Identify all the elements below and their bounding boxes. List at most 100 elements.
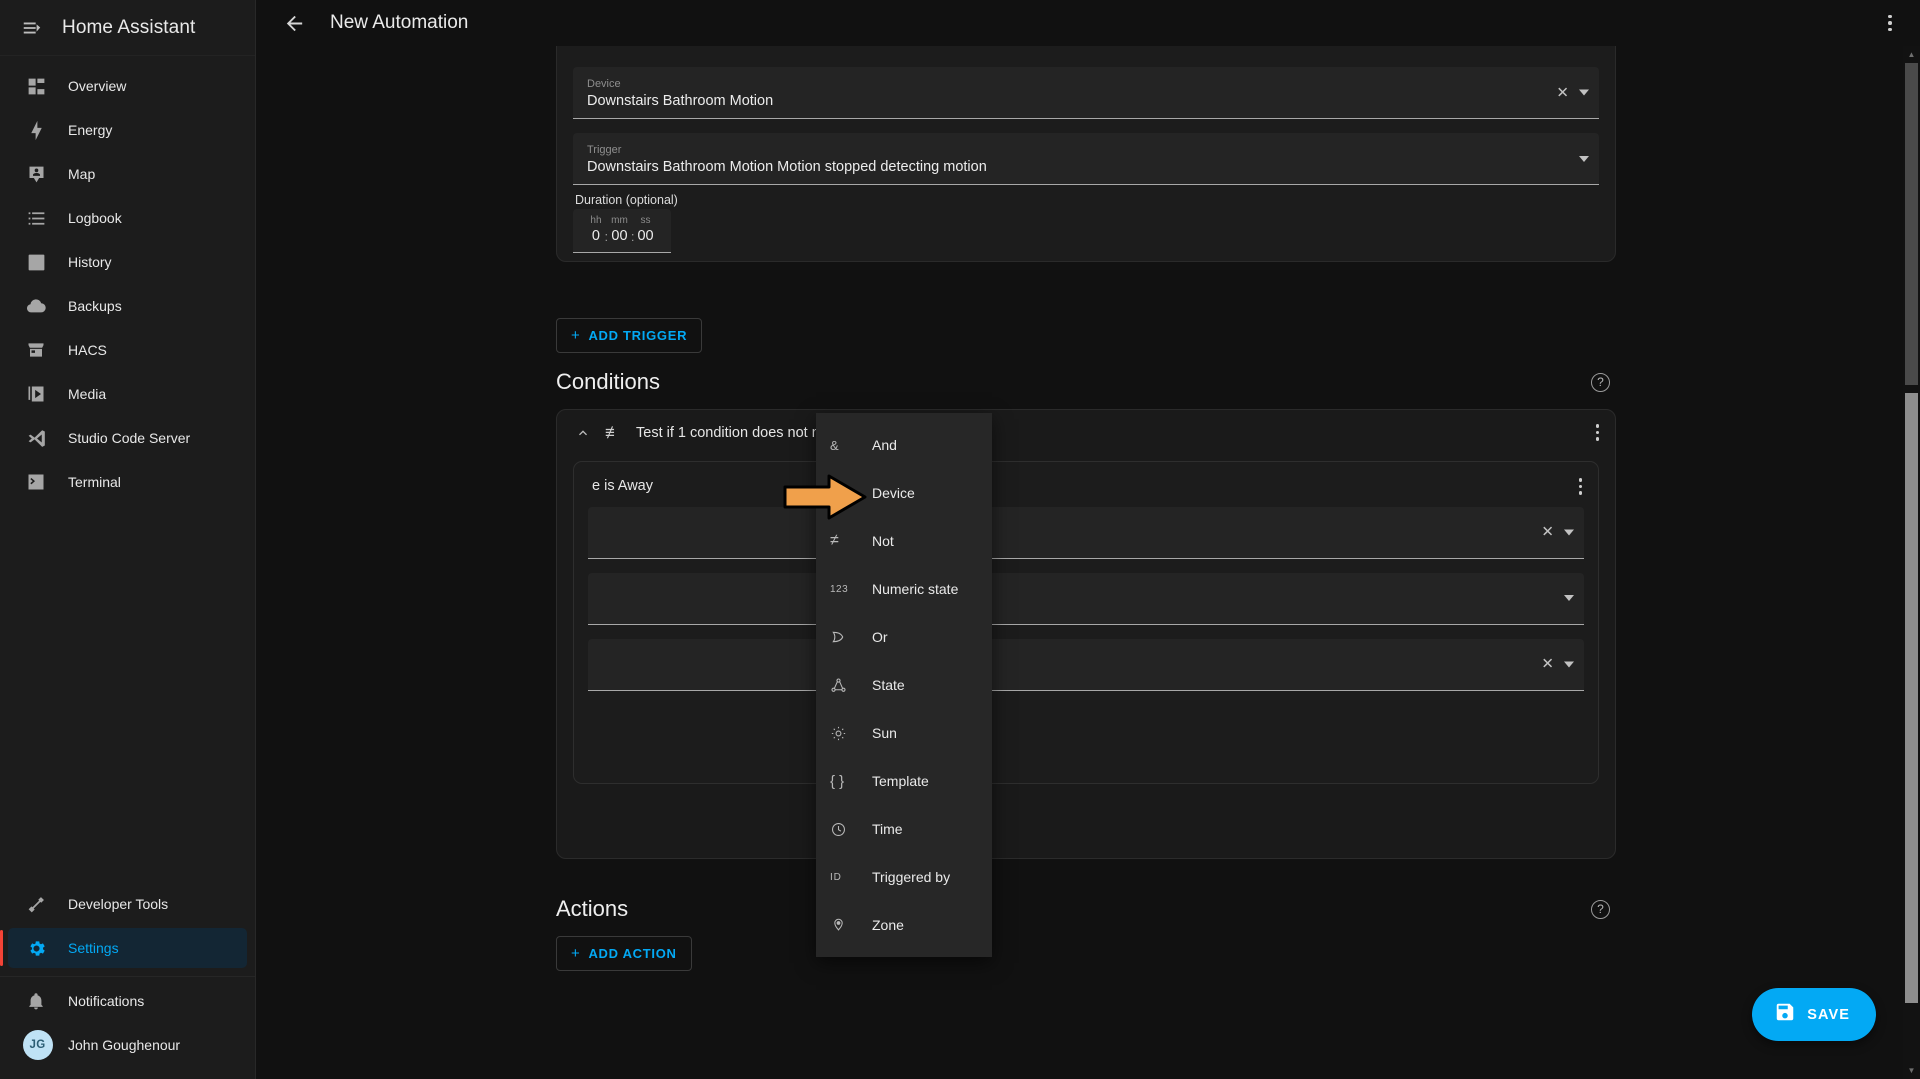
sidebar-item-logbook[interactable]: Logbook xyxy=(8,198,247,238)
hammer-icon xyxy=(18,894,54,915)
inner-field-2[interactable] xyxy=(588,572,1584,625)
menu-item-numeric-state[interactable]: 123 Numeric state xyxy=(816,565,992,613)
condition-type-menu[interactable]: & And Device ≠ Not 123 Numeric state Or xyxy=(816,413,992,957)
dots-vertical-icon[interactable] xyxy=(1870,3,1910,43)
vertical-scrollbar[interactable]: ▲ ▼ xyxy=(1903,46,1920,1079)
sidebar-item-label: Developer Tools xyxy=(68,896,169,912)
sidebar-item-developer-tools[interactable]: Developer Tools xyxy=(8,884,247,924)
scroll-up-arrow[interactable]: ▲ xyxy=(1903,46,1920,63)
menu-item-template[interactable]: { } Template xyxy=(816,757,992,805)
inner-field-3-value xyxy=(602,655,1570,675)
gate-or-icon xyxy=(830,629,864,645)
sidebar: Home Assistant Overview Energy Map Logbo… xyxy=(0,0,256,1079)
help-circle-icon[interactable]: ? xyxy=(1591,372,1610,392)
inner-field-1[interactable]: ✕ xyxy=(588,506,1584,559)
sidebar-item-media[interactable]: Media xyxy=(8,374,247,414)
trigger-field-icons xyxy=(1579,155,1589,162)
vscode-icon xyxy=(18,428,54,449)
condition-card-filler xyxy=(557,800,1615,858)
sidebar-item-map[interactable]: Map xyxy=(8,154,247,194)
help-circle-icon[interactable]: ? xyxy=(1591,899,1610,919)
duration-hours[interactable]: hh 0 xyxy=(590,215,601,245)
scroll-down-arrow[interactable]: ▼ xyxy=(1903,1062,1920,1079)
chevron-down-icon[interactable] xyxy=(1564,661,1574,667)
sidebar-item-label: History xyxy=(68,254,112,270)
duration-ss-unit: ss xyxy=(640,215,651,226)
menu-item-zone[interactable]: Zone xyxy=(816,901,992,949)
sidebar-item-label: Notifications xyxy=(68,993,145,1009)
numeric-icon: 123 xyxy=(830,583,849,595)
menu-item-device[interactable]: Device xyxy=(816,469,992,517)
dots-vertical-icon[interactable] xyxy=(1595,424,1599,441)
duration-seconds[interactable]: ss 00 xyxy=(637,215,653,245)
menu-item-triggered-by[interactable]: ID Triggered by xyxy=(816,853,992,901)
chevron-down-icon[interactable] xyxy=(1564,595,1574,601)
menu-item-not[interactable]: ≠ Not xyxy=(816,517,992,565)
sidebar-item-terminal[interactable]: Terminal xyxy=(8,462,247,502)
menu-item-label: Device xyxy=(872,485,915,501)
trigger-field[interactable]: Trigger Downstairs Bathroom Motion Motio… xyxy=(573,133,1599,185)
close-icon[interactable]: ✕ xyxy=(1556,85,1569,100)
menu-item-label: Not xyxy=(872,533,894,549)
menu-item-label: And xyxy=(872,437,897,453)
duration-minutes[interactable]: mm 00 xyxy=(611,215,628,245)
inner-condition-header[interactable]: e is Away xyxy=(588,474,1584,507)
sidebar-item-notifications[interactable]: Notifications xyxy=(8,981,247,1021)
chevron-down-icon[interactable] xyxy=(1579,89,1589,96)
menu-item-label: Numeric state xyxy=(872,581,959,597)
chevron-down-icon[interactable] xyxy=(1564,529,1574,535)
duration-mm-value: 00 xyxy=(611,228,628,244)
sidebar-item-hacs[interactable]: HACS xyxy=(8,330,247,370)
sidebar-item-label: HACS xyxy=(68,342,107,358)
sidebar-item-studio-code-server[interactable]: Studio Code Server xyxy=(8,418,247,458)
sidebar-item-backups[interactable]: Backups xyxy=(8,286,247,326)
white-balance-sunny-icon xyxy=(830,725,864,742)
sidebar-item-settings[interactable]: Settings xyxy=(0,928,247,968)
scrollbar-thumb-upper[interactable] xyxy=(1905,63,1918,385)
add-trigger-button[interactable]: + ADD TRIGGER xyxy=(556,318,703,353)
top-app-bar: New Automation xyxy=(256,0,1920,46)
sidebar-item-label: Backups xyxy=(68,298,122,314)
add-trigger-wrap: + ADD TRIGGER xyxy=(556,318,703,353)
inner-condition-card: e is Away ✕ ✕ xyxy=(573,461,1599,784)
actions-header: Actions ? xyxy=(556,896,1616,922)
condition-card-title: Test if 1 condition does not match xyxy=(636,424,852,441)
avatar-initials: JG xyxy=(22,1030,53,1060)
condition-card-header[interactable]: ≢ Test if 1 condition does not match xyxy=(557,410,1615,455)
duration-label: Duration (optional) xyxy=(575,193,678,207)
inner-field-3[interactable]: ✕ xyxy=(588,638,1584,691)
condition-card: ≢ Test if 1 condition does not match e i… xyxy=(556,409,1616,859)
sidebar-item-energy[interactable]: Energy xyxy=(8,110,247,150)
sidebar-item-user-profile[interactable]: JG John Goughenour xyxy=(8,1025,247,1065)
menu-item-state[interactable]: State xyxy=(816,661,992,709)
close-icon[interactable]: ✕ xyxy=(1541,657,1554,672)
chevron-down-icon[interactable] xyxy=(1579,155,1589,162)
play-box-multiple-icon xyxy=(18,384,54,404)
chevron-up-icon[interactable] xyxy=(575,425,591,441)
scrollbar-thumb[interactable] xyxy=(1905,393,1918,1003)
menu-item-or[interactable]: Or xyxy=(816,613,992,661)
sidebar-item-label: Settings xyxy=(68,940,119,956)
scrollbar-track[interactable] xyxy=(1903,63,1920,1062)
arrow-left-icon[interactable] xyxy=(274,3,314,43)
menu-item-sun[interactable]: Sun xyxy=(816,709,992,757)
actions-title: Actions xyxy=(556,896,629,921)
menu-item-and[interactable]: & And xyxy=(816,421,992,469)
dots-vertical-icon[interactable] xyxy=(1578,478,1582,495)
inner-field-1-icons: ✕ xyxy=(1541,525,1574,540)
hamburger-collapse-icon[interactable] xyxy=(12,8,52,48)
add-action-button[interactable]: + ADD ACTION xyxy=(556,936,692,971)
map-marker-account-icon xyxy=(18,164,54,185)
inner-field-3-icons: ✕ xyxy=(1541,657,1574,672)
sidebar-item-overview[interactable]: Overview xyxy=(8,66,247,106)
duration-hh-unit: hh xyxy=(590,215,602,226)
close-icon[interactable]: ✕ xyxy=(1541,525,1554,540)
add-action-label: ADD ACTION xyxy=(588,946,677,961)
sidebar-item-history[interactable]: History xyxy=(8,242,247,282)
add-trigger-label: ADD TRIGGER xyxy=(588,328,688,343)
duration-input[interactable]: hh 0 : mm 00 : ss 00 xyxy=(573,209,671,253)
save-button[interactable]: SAVE xyxy=(1752,988,1876,1041)
menu-item-time[interactable]: Time xyxy=(816,805,992,853)
device-field[interactable]: Device Downstairs Bathroom Motion ✕ xyxy=(573,67,1599,119)
sidebar-item-label: Media xyxy=(68,386,107,402)
